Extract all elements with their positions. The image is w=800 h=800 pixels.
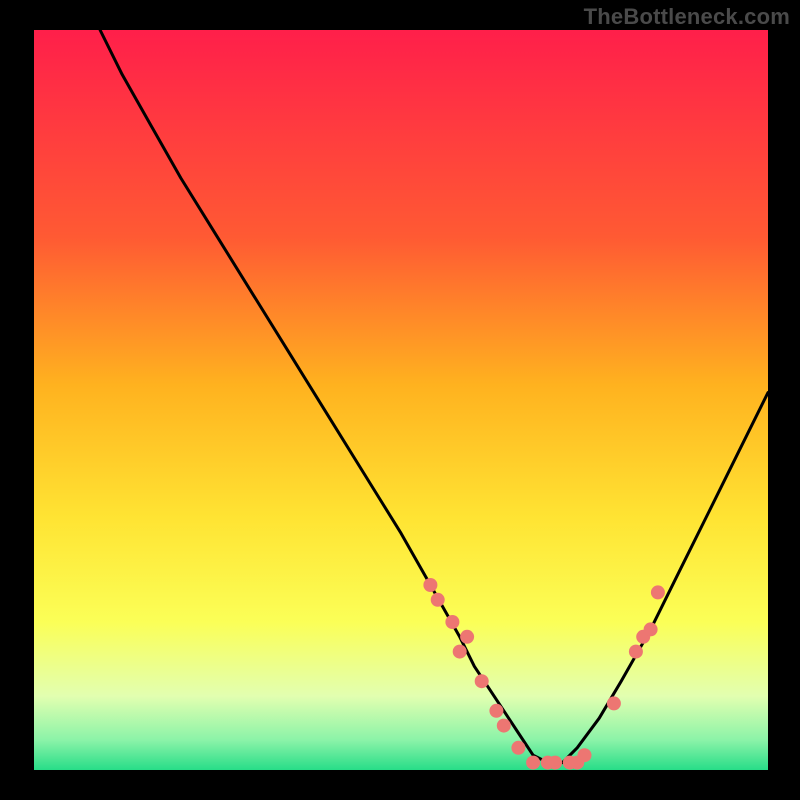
scatter-dot: [629, 645, 643, 659]
chart-frame: TheBottleneck.com: [0, 0, 800, 800]
scatter-dot: [453, 645, 467, 659]
scatter-dot: [578, 748, 592, 762]
scatter-dot: [651, 585, 665, 599]
scatter-dot: [423, 578, 437, 592]
scatter-dot: [431, 593, 445, 607]
scatter-dot: [497, 719, 511, 733]
scatter-dot: [607, 696, 621, 710]
attribution-text: TheBottleneck.com: [584, 4, 790, 30]
scatter-dot: [511, 741, 525, 755]
scatter-dot: [526, 756, 540, 770]
scatter-dot: [489, 704, 503, 718]
chart-svg: [0, 0, 800, 800]
scatter-dot: [644, 622, 658, 636]
scatter-dot: [460, 630, 474, 644]
scatter-dot: [445, 615, 459, 629]
plot-background: [34, 30, 768, 770]
scatter-dot: [548, 756, 562, 770]
scatter-dot: [475, 674, 489, 688]
